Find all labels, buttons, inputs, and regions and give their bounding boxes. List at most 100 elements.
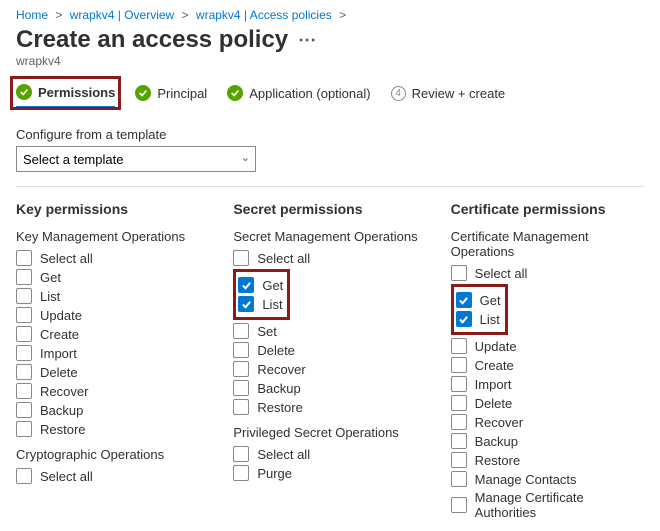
checkbox[interactable] xyxy=(233,380,249,396)
permission-row[interactable]: Import xyxy=(16,345,209,361)
checkbox-label: Create xyxy=(475,358,514,373)
permission-row[interactable]: Import xyxy=(451,376,644,392)
stepper: Permissions Principal Application (optio… xyxy=(16,84,644,109)
step-review-create[interactable]: 4 Review + create xyxy=(391,86,506,107)
select-all-row[interactable]: Select all xyxy=(233,446,426,462)
step-label: Permissions xyxy=(38,85,115,100)
permission-row[interactable]: Restore xyxy=(233,399,426,415)
checkbox[interactable] xyxy=(456,292,472,308)
checkbox[interactable] xyxy=(16,421,32,437)
permission-row[interactable]: Get xyxy=(16,269,209,285)
permission-row[interactable]: Recover xyxy=(16,383,209,399)
checkbox[interactable] xyxy=(456,311,472,327)
checkbox[interactable] xyxy=(233,465,249,481)
checkbox[interactable] xyxy=(451,471,467,487)
permission-row[interactable]: List xyxy=(456,311,501,327)
permission-row[interactable]: Delete xyxy=(233,342,426,358)
checkbox[interactable] xyxy=(451,338,467,354)
step-principal[interactable]: Principal xyxy=(135,85,207,107)
permission-group-label: Cryptographic Operations xyxy=(16,447,209,462)
permission-row[interactable]: Update xyxy=(16,307,209,323)
select-all-row[interactable]: Select all xyxy=(16,250,209,266)
permission-row[interactable]: Create xyxy=(451,357,644,373)
select-all-row[interactable]: Select all xyxy=(233,250,426,266)
checkbox[interactable] xyxy=(451,357,467,373)
permission-row[interactable]: Create xyxy=(16,326,209,342)
checkbox-label: Get xyxy=(40,270,61,285)
checkbox[interactable] xyxy=(16,468,32,484)
breadcrumb: Home > wrapkv4 | Overview > wrapkv4 | Ac… xyxy=(16,8,644,22)
permission-row[interactable]: Restore xyxy=(16,421,209,437)
breadcrumb-link[interactable]: Home xyxy=(16,8,48,22)
template-section: Configure from a template Select a templ… xyxy=(16,127,644,172)
checkbox[interactable] xyxy=(16,250,32,266)
permission-row[interactable]: Purge xyxy=(233,465,426,481)
checkbox[interactable] xyxy=(16,326,32,342)
checkbox[interactable] xyxy=(451,452,467,468)
permission-row[interactable]: Backup xyxy=(233,380,426,396)
select-all-row[interactable]: Select all xyxy=(451,265,644,281)
step-number-icon: 4 xyxy=(391,86,406,101)
checkbox[interactable] xyxy=(238,296,254,312)
checkbox-label: Delete xyxy=(257,343,295,358)
permission-row[interactable]: Set xyxy=(233,323,426,339)
step-application[interactable]: Application (optional) xyxy=(227,85,370,107)
checkbox[interactable] xyxy=(451,376,467,392)
permission-row[interactable]: Get xyxy=(456,292,501,308)
checkbox[interactable] xyxy=(233,250,249,266)
breadcrumb-link[interactable]: wrapkv4 | Access policies xyxy=(196,8,332,22)
checkbox-label: Create xyxy=(40,327,79,342)
checkbox[interactable] xyxy=(233,342,249,358)
permission-row[interactable]: Manage Contacts xyxy=(451,471,644,487)
chevron-right-icon: > xyxy=(182,8,189,22)
checkbox[interactable] xyxy=(16,288,32,304)
checkbox[interactable] xyxy=(233,446,249,462)
step-label: Application (optional) xyxy=(249,86,370,101)
checkbox[interactable] xyxy=(16,269,32,285)
checkbox[interactable] xyxy=(16,307,32,323)
permission-row[interactable]: List xyxy=(16,288,209,304)
certificate-permissions-column: Certificate permissions Certificate Manag… xyxy=(451,201,644,523)
checkbox[interactable] xyxy=(451,414,467,430)
permission-row[interactable]: Backup xyxy=(16,402,209,418)
checkbox[interactable] xyxy=(16,345,32,361)
checkbox-label: Purge xyxy=(257,466,292,481)
permission-row[interactable]: Delete xyxy=(16,364,209,380)
step-label: Principal xyxy=(157,86,207,101)
secret-permissions-column: Secret permissionsSecret Management Oper… xyxy=(233,201,426,523)
permission-row[interactable]: Delete xyxy=(451,395,644,411)
checkbox[interactable] xyxy=(16,383,32,399)
step-permissions[interactable]: Permissions xyxy=(16,84,115,108)
template-select[interactable]: Select a template xyxy=(16,146,256,172)
permission-row[interactable]: Recover xyxy=(451,414,644,430)
permission-group-label: Certificate Management Operations xyxy=(451,229,644,259)
checkbox-label: Manage Contacts xyxy=(475,472,577,487)
permission-row[interactable]: Manage Certificate Authorities xyxy=(451,490,644,520)
checkbox[interactable] xyxy=(451,395,467,411)
checkbox-label: Backup xyxy=(257,381,300,396)
permission-row[interactable]: Update xyxy=(451,338,644,354)
checkbox[interactable] xyxy=(16,402,32,418)
permission-row[interactable]: List xyxy=(238,296,283,312)
checkbox[interactable] xyxy=(451,433,467,449)
checkbox[interactable] xyxy=(451,265,467,281)
more-icon[interactable]: ⋯ xyxy=(298,31,316,49)
checkbox-label: Backup xyxy=(475,434,518,449)
permissions-heading: Certificate permissions xyxy=(451,201,644,217)
permission-row[interactable]: Restore xyxy=(451,452,644,468)
checkbox[interactable] xyxy=(238,277,254,293)
checkbox-label: Recover xyxy=(475,415,523,430)
permission-row[interactable]: Recover xyxy=(233,361,426,377)
permission-row[interactable]: Get xyxy=(238,277,283,293)
select-all-row[interactable]: Select all xyxy=(16,468,209,484)
checkbox[interactable] xyxy=(233,323,249,339)
checkbox-label: Select all xyxy=(40,251,93,266)
checkbox[interactable] xyxy=(233,361,249,377)
permission-row[interactable]: Backup xyxy=(451,433,644,449)
chevron-right-icon: > xyxy=(339,8,346,22)
checkbox[interactable] xyxy=(451,497,467,513)
checkbox[interactable] xyxy=(233,399,249,415)
breadcrumb-link[interactable]: wrapkv4 | Overview xyxy=(70,8,174,22)
checkbox[interactable] xyxy=(16,364,32,380)
checkbox-label: Backup xyxy=(40,403,83,418)
